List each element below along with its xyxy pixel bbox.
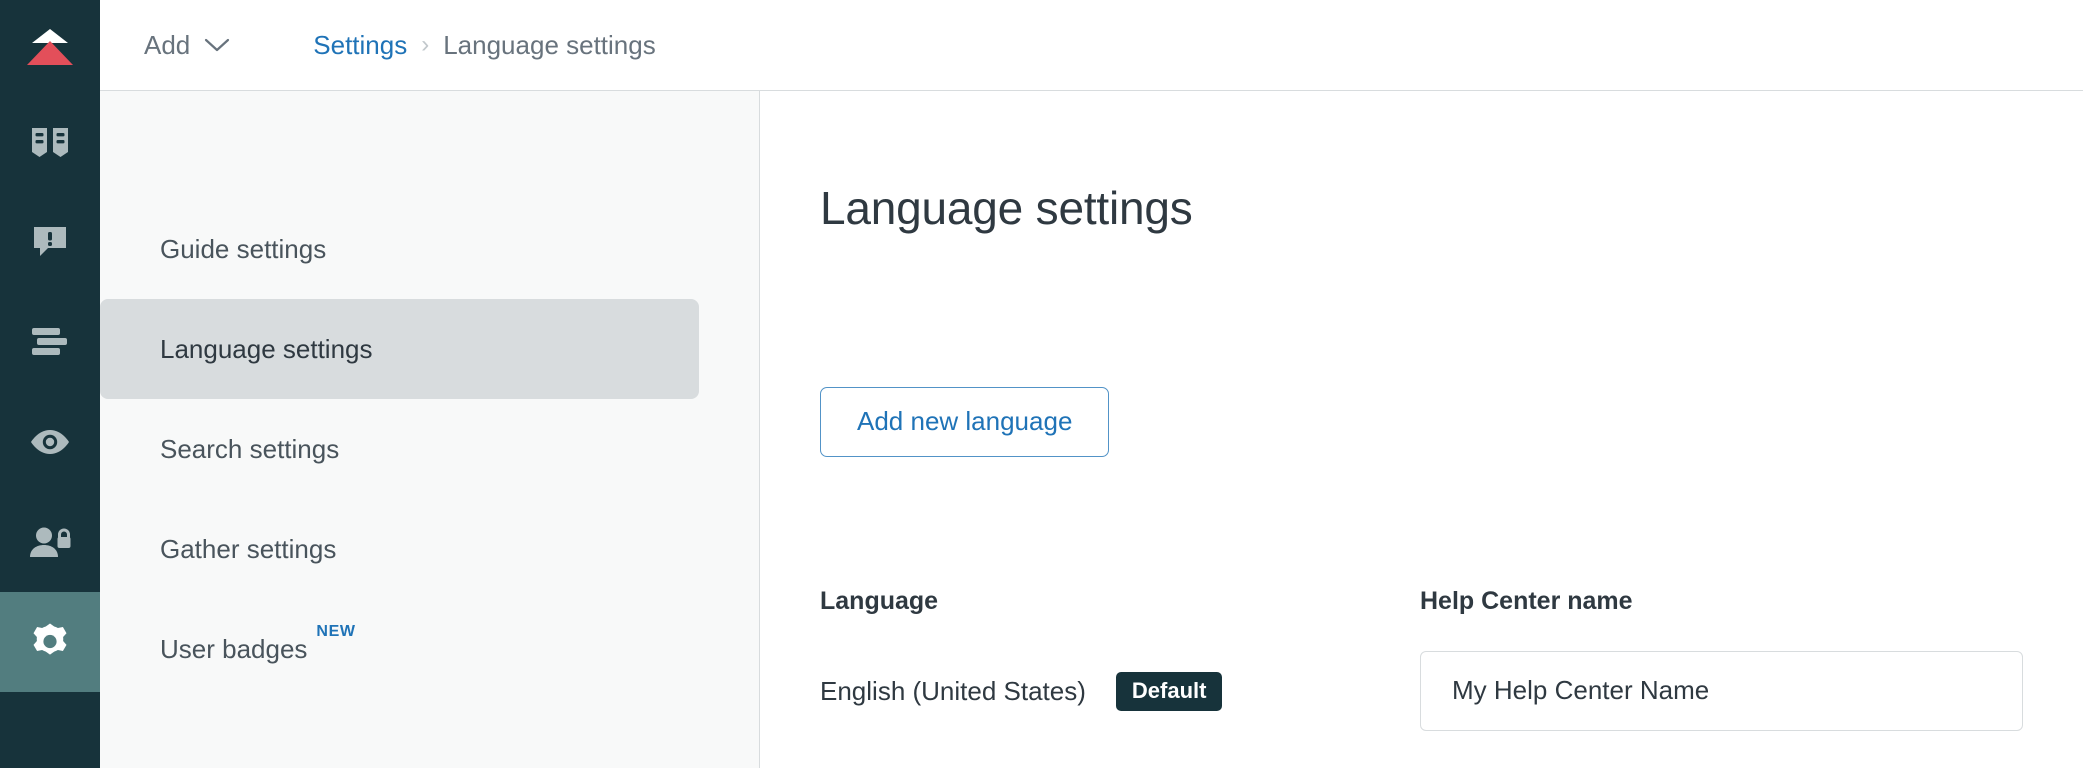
content-blocks-icon <box>32 328 67 355</box>
language-value-row: English (United States) Default <box>820 671 1420 711</box>
sidebar-item-label: Search settings <box>160 433 340 464</box>
sidebar-item-user-badges[interactable]: User badges NEW <box>100 599 699 699</box>
zendesk-guide-logo[interactable] <box>0 0 100 92</box>
rail-item-settings[interactable] <box>0 592 100 692</box>
sidebar-item-gather-settings[interactable]: Gather settings <box>100 499 699 599</box>
sidebar-item-label: Gather settings <box>160 533 337 564</box>
rail-item-preview[interactable] <box>0 392 100 492</box>
sidebar-item-label: Guide settings <box>160 233 327 264</box>
help-center-name-column: Help Center name <box>1420 587 2023 731</box>
breadcrumb-link-settings[interactable]: Settings <box>313 30 407 61</box>
preview-icon <box>31 430 69 454</box>
sidebar-item-guide-settings[interactable]: Guide settings <box>100 199 699 299</box>
product-rail-items <box>0 92 100 692</box>
add-menu-label: Add <box>144 29 191 60</box>
page-title: Language settings <box>820 182 1193 234</box>
help-center-name-input[interactable] <box>1420 650 2023 731</box>
language-label: Language <box>820 586 939 615</box>
language-value: English (United States) <box>820 675 1086 706</box>
status-badge: Default <box>1115 671 1223 711</box>
app-root: Add Settings › Language settings Guide s… <box>0 0 2083 768</box>
community-icon <box>31 225 69 259</box>
language-settings-fields: Language English (United States) Default… <box>820 587 2023 731</box>
sidebar-item-label: User badges <box>160 633 308 664</box>
rail-item-knowledge-base[interactable] <box>0 92 100 192</box>
settings-subnav-list: Guide settings Language settings Search … <box>100 199 759 699</box>
main-column: Add Settings › Language settings Guide s… <box>100 0 2083 768</box>
help-center-name-label: Help Center name <box>1420 586 1633 615</box>
rail-item-community[interactable] <box>0 192 100 292</box>
content-pane: Language settings Add new language Langu… <box>760 91 2083 768</box>
user-permissions-icon <box>30 527 71 557</box>
language-column: Language English (United States) Default <box>820 587 1420 711</box>
add-new-language-button[interactable]: Add new language <box>820 386 1110 457</box>
settings-gear-icon <box>33 623 67 655</box>
top-header-bar: Add Settings › Language settings <box>100 0 2083 91</box>
settings-subnav: Guide settings Language settings Search … <box>100 91 760 768</box>
product-rail <box>0 0 100 768</box>
rail-item-user-permissions[interactable] <box>0 492 100 592</box>
zendesk-guide-logo-glyph <box>27 29 73 65</box>
sidebar-item-search-settings[interactable]: Search settings <box>100 399 699 499</box>
add-menu-button[interactable]: Add <box>140 24 235 67</box>
breadcrumb: Settings › Language settings <box>313 30 655 61</box>
new-badge: NEW <box>316 623 356 640</box>
sidebar-item-language-settings[interactable]: Language settings <box>100 299 699 399</box>
sidebar-item-label: Language settings <box>160 333 373 364</box>
rail-item-content-blocks[interactable] <box>0 292 100 392</box>
breadcrumb-separator-icon: › <box>421 31 430 58</box>
breadcrumb-current: Language settings <box>443 29 656 60</box>
knowledge-base-icon <box>30 126 70 158</box>
chevron-down-icon <box>205 38 230 52</box>
body-row: Guide settings Language settings Search … <box>100 91 2083 768</box>
